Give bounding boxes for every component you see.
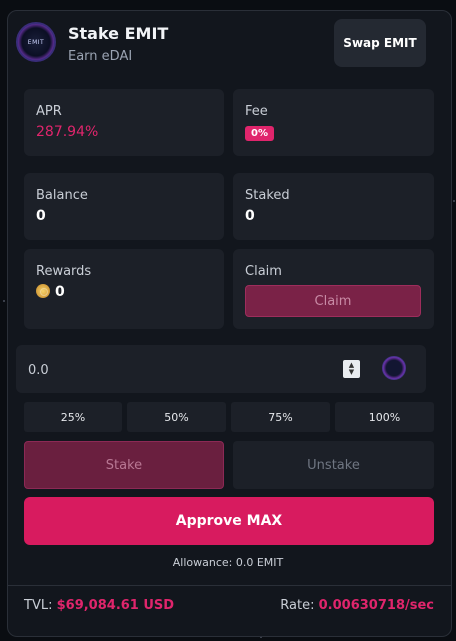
edai-coin-icon	[36, 284, 50, 298]
rewards-tile: Rewards 0	[24, 249, 224, 329]
claim-label: Claim	[245, 264, 282, 279]
approve-max-button[interactable]: Approve MAX	[24, 497, 434, 545]
apr-label: APR	[36, 104, 62, 119]
percent-50-button[interactable]: 50%	[127, 402, 226, 432]
rate-stat: Rate: 0.00630718/sec	[280, 598, 434, 613]
staked-tile: Staked 0	[233, 173, 434, 240]
apr-tile: APR 287.94%	[24, 89, 224, 156]
balance-tile: Balance 0	[24, 173, 224, 240]
claim-button[interactable]: Claim	[245, 285, 421, 317]
page-title: Stake EMIT	[68, 24, 169, 43]
rewards-value: 0	[55, 284, 65, 300]
rate-value: 0.00630718/sec	[318, 598, 434, 613]
balance-value: 0	[36, 208, 46, 224]
percent-25-button[interactable]: 25%	[24, 402, 122, 432]
claim-tile: Claim Claim	[233, 249, 434, 329]
emit-token-icon	[382, 356, 406, 380]
rewards-value-row: 0	[36, 284, 65, 300]
footer-divider	[7, 585, 452, 586]
emit-logo-icon: EMIT	[16, 22, 56, 62]
stepper-down-icon[interactable]: ▼	[349, 369, 354, 376]
allowance-text: Allowance: 0.0 EMIT	[172, 556, 284, 569]
page-subtitle: Earn eDAI	[68, 49, 133, 64]
amount-input[interactable]	[28, 359, 328, 381]
tvl-label: TVL:	[24, 598, 53, 613]
tvl-value: $69,084.61 USD	[56, 598, 175, 613]
staked-label: Staked	[245, 188, 290, 203]
swap-emit-button[interactable]: Swap EMIT	[334, 19, 426, 67]
balance-label: Balance	[36, 188, 88, 203]
rate-label: Rate:	[280, 598, 315, 613]
apr-value: 287.94%	[36, 124, 99, 140]
percent-100-button[interactable]: 100%	[335, 402, 434, 432]
rewards-label: Rewards	[36, 264, 92, 279]
amount-stepper[interactable]: ▲ ▼	[343, 360, 360, 378]
percent-75-button[interactable]: 75%	[231, 402, 330, 432]
amount-field: ▲ ▼	[16, 345, 426, 393]
tvl-stat: TVL: $69,084.61 USD	[24, 598, 174, 613]
fee-label: Fee	[245, 104, 268, 119]
stake-tab-button[interactable]: Stake	[24, 441, 224, 489]
fee-badge: 0%	[245, 126, 274, 141]
fee-tile: Fee 0%	[233, 89, 434, 156]
staked-value: 0	[245, 208, 255, 224]
unstake-tab-button[interactable]: Unstake	[233, 441, 434, 489]
